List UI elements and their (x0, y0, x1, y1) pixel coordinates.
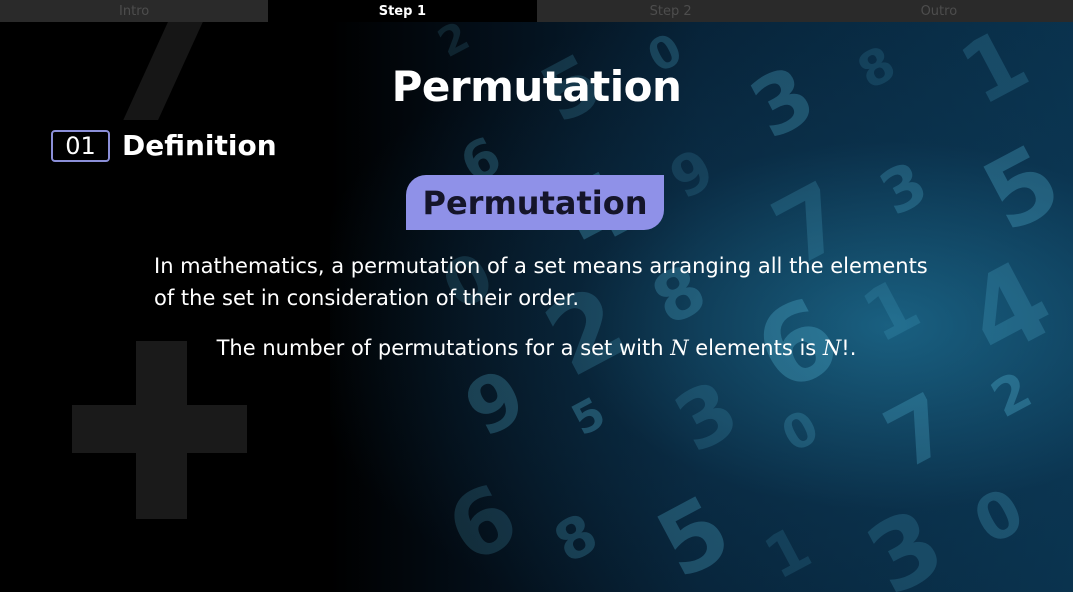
background-digit: 5 (965, 122, 1073, 255)
background-digit: 3 (869, 148, 939, 230)
background-digit: 2 (430, 13, 478, 67)
background-digit: 8 (543, 500, 608, 576)
background-digit: 9 (659, 136, 725, 213)
count-prefix: The number of permutations for a set wit… (216, 336, 671, 360)
decorative-plus-horizontal (72, 405, 247, 453)
tab-step-1[interactable]: Step 1 (268, 0, 537, 22)
count-suffix: !. (841, 336, 857, 360)
background-digit: 5 (640, 475, 748, 592)
background-digit: 5 (563, 387, 614, 447)
tab-intro[interactable]: Intro (0, 0, 269, 22)
slide-title: Permutation (391, 62, 682, 111)
count-middle: elements is (688, 336, 823, 360)
background-digit: 2 (982, 361, 1042, 430)
background-digit: 1 (753, 512, 822, 592)
background-digit: 9 (450, 350, 540, 455)
section-number-badge: 01 (51, 129, 110, 162)
background-digit: 3 (660, 362, 754, 471)
tab-step-2[interactable]: Step 2 (536, 0, 805, 22)
background-digit: 6 (431, 463, 534, 584)
section-label: Definition (122, 129, 277, 162)
background-digit: 3 (849, 486, 962, 592)
section-header: 01 Definition (51, 129, 277, 162)
background-digit: 0 (773, 399, 828, 464)
variable-n: N (670, 336, 689, 360)
background-digit: 0 (962, 473, 1036, 560)
variable-n-factorial: N (822, 336, 842, 360)
definition-text: In mathematics, a permutation of a set m… (154, 254, 928, 310)
tab-outro[interactable]: Outro (804, 0, 1073, 22)
term-badge: Permutation (406, 175, 664, 230)
step-tab-bar: Intro Step 1 Step 2 Outro (0, 0, 1073, 22)
permutation-count-text: The number of permutations for a set wit… (0, 336, 1073, 360)
background-digit: 7 (869, 374, 968, 488)
